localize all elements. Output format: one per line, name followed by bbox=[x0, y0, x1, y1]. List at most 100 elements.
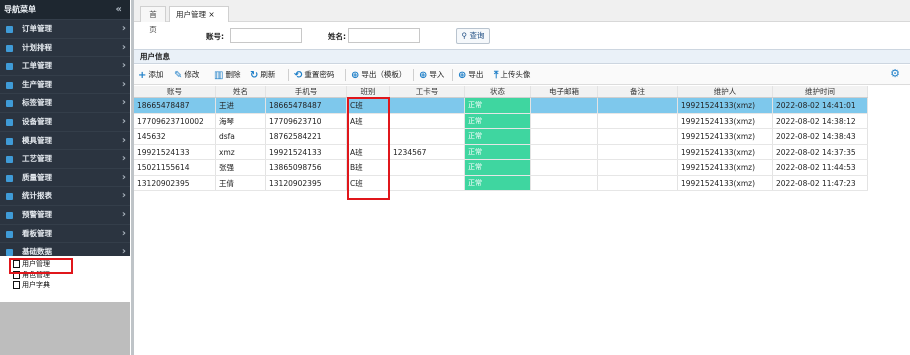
name-input[interactable] bbox=[348, 28, 420, 43]
table-cell bbox=[390, 98, 465, 113]
table-cell: 2022-08-02 14:37:35 bbox=[773, 144, 868, 159]
sidebar-item-label: 看板管理 bbox=[22, 228, 52, 238]
table-cell bbox=[531, 144, 598, 159]
chevron-icon: › bbox=[121, 153, 126, 165]
column-header[interactable]: 账号 bbox=[134, 86, 216, 97]
sidebar-item-board[interactable]: 看板管理 › bbox=[0, 223, 130, 243]
export-icon: ⊕ bbox=[351, 70, 360, 81]
chevron-icon: › bbox=[121, 115, 126, 127]
sidebar-header: 导航菜单 « bbox=[0, 0, 130, 19]
sidebar-item-warning[interactable]: 预警管理 › bbox=[0, 204, 130, 224]
refresh-button[interactable]: ↻ 刷新 bbox=[250, 68, 275, 82]
sidebar-item-label: 模具管理 bbox=[22, 135, 52, 145]
column-header[interactable]: 手机号 bbox=[266, 86, 347, 97]
chevron-icon: › bbox=[121, 60, 126, 72]
reset-icon: ⟲ bbox=[294, 70, 303, 81]
equipment-icon bbox=[6, 118, 13, 126]
reset-password-button-label: 重置密码 bbox=[304, 70, 335, 79]
table-cell bbox=[598, 144, 678, 159]
sidebar-item-label: 质量管理 bbox=[22, 172, 52, 182]
export-button-label: 导出 bbox=[468, 70, 484, 79]
chevron-icon: › bbox=[121, 171, 126, 183]
tab-bar: 首页 用户管理 × bbox=[134, 0, 910, 34]
sidebar-item-label: 基础数据 bbox=[22, 247, 52, 257]
export-template-button[interactable]: ⊕ 导出（模板） bbox=[351, 68, 406, 82]
column-header[interactable]: 状态 bbox=[465, 86, 531, 97]
sidebar-item-plan[interactable]: 计划排程 › bbox=[0, 37, 130, 57]
import-icon: ⊕ bbox=[419, 70, 428, 81]
table-cell: 19921524133 bbox=[134, 144, 216, 159]
table-cell: 145632 bbox=[134, 129, 216, 144]
sidebar-item-report[interactable]: 统计报表 › bbox=[0, 186, 130, 205]
sidebar-item-equipment[interactable]: 设备管理 › bbox=[0, 111, 130, 131]
column-header[interactable]: 电子邮箱 bbox=[531, 86, 598, 97]
column-header[interactable]: 工卡号 bbox=[390, 86, 465, 97]
reset-password-button[interactable]: ⟲ 重置密码 bbox=[294, 68, 334, 82]
column-header[interactable]: 备注 bbox=[598, 86, 678, 97]
sidebar-item-quality[interactable]: 质量管理 › bbox=[0, 167, 130, 187]
table-cell bbox=[531, 160, 598, 175]
table-cell: 13865098756 bbox=[266, 160, 347, 175]
add-button[interactable]: + 添加 bbox=[138, 68, 163, 82]
table-row[interactable]: 15021155614 张强 13865098756 B班 正常 19921524133(… bbox=[134, 160, 868, 176]
sidebar-item-production[interactable]: 生产管理 › bbox=[0, 74, 130, 94]
sidebar-subitem-label: 用户字典 bbox=[22, 281, 50, 289]
delete-button-label: 删除 bbox=[225, 70, 241, 79]
search-button[interactable]: ⚲ 查询 bbox=[456, 28, 490, 44]
warning-icon bbox=[6, 211, 13, 219]
collapse-icon[interactable]: « bbox=[116, 0, 122, 19]
table-cell: 2022-08-02 14:41:01 bbox=[773, 98, 868, 113]
sidebar-item-label: 工单管理 bbox=[22, 61, 52, 71]
sidebar-item-label: 生产管理 bbox=[22, 79, 52, 89]
edit-button[interactable]: ✎ 修改 bbox=[174, 68, 199, 82]
edit-button-label: 修改 bbox=[184, 70, 200, 79]
account-input[interactable] bbox=[230, 28, 302, 43]
tab-user-management[interactable]: 用户管理 × bbox=[169, 6, 229, 22]
sidebar-menu: 订单管理 › 计划排程 › 工单管理 › 生产管理 › 标签管理 › 设备管理 › 模具管理 › 工艺管理 ›… bbox=[0, 19, 130, 280]
sidebar-item-workorder[interactable]: 工单管理 › bbox=[0, 56, 130, 75]
sidebar-item-order[interactable]: 订单管理 › bbox=[0, 19, 130, 38]
table-row[interactable]: 13120902395 王倩 13120902395 C班 正常 19921524133(… bbox=[134, 175, 868, 191]
table-cell: 19921524133(xmz) bbox=[678, 113, 773, 128]
name-label: 姓名: bbox=[328, 32, 346, 41]
table-cell: 2022-08-02 11:44:53 bbox=[773, 160, 868, 175]
workorder-icon bbox=[6, 63, 13, 71]
sidebar-subitem-user-dictionary[interactable]: 用户字典 bbox=[0, 280, 130, 291]
sidebar-item-process[interactable]: 工艺管理 › bbox=[0, 149, 130, 168]
tab-home[interactable]: 首页 bbox=[140, 6, 166, 34]
import-button-label: 导入 bbox=[429, 70, 445, 79]
sidebar-item-mold[interactable]: 模具管理 › bbox=[0, 130, 130, 150]
table-cell: 13120902395 bbox=[266, 175, 347, 190]
table-row[interactable]: 145632 dsfa 18762584221 正常 19921524133(xmz) 2… bbox=[134, 129, 868, 145]
toolbar-divider bbox=[288, 69, 289, 81]
delete-button[interactable]: ▥ 删除 bbox=[214, 68, 240, 82]
column-header[interactable]: 班别 bbox=[347, 86, 390, 97]
order-icon bbox=[6, 26, 13, 33]
toolbar-divider bbox=[345, 69, 346, 81]
production-icon bbox=[6, 81, 13, 89]
table-cell bbox=[598, 98, 678, 113]
table-row[interactable]: 18665478487 王进 18665478487 C班 正常 19921524133(… bbox=[134, 98, 868, 114]
status-badge: 正常 bbox=[465, 160, 531, 175]
column-header[interactable]: 姓名 bbox=[216, 86, 266, 97]
status-badge: 正常 bbox=[465, 113, 531, 128]
table-row[interactable]: 19921524133 xmz 19921524133 A班 1234567 正常 1992… bbox=[134, 144, 868, 160]
status-badge: 正常 bbox=[465, 98, 531, 113]
table-row[interactable]: 17709623710002 海琴 17709623710 A班 正常 199215241… bbox=[134, 113, 868, 129]
settings-icon[interactable]: ⚙ bbox=[890, 67, 900, 80]
refresh-icon: ↻ bbox=[250, 70, 259, 81]
sidebar-item-label: 订单管理 bbox=[22, 24, 52, 33]
plan-icon bbox=[6, 44, 13, 52]
sidebar-item-tag[interactable]: 标签管理 › bbox=[0, 93, 130, 112]
export-button[interactable]: ⊕ 导出 bbox=[458, 68, 483, 82]
column-header[interactable]: 维护人 bbox=[678, 86, 773, 97]
table-cell: dsfa bbox=[216, 129, 266, 144]
import-button[interactable]: ⊕ 导入 bbox=[419, 68, 444, 82]
search-button-label: 查询 bbox=[469, 31, 485, 40]
table-cell bbox=[598, 175, 678, 190]
export-template-button-label: 导出（模板） bbox=[361, 70, 407, 79]
upload-avatar-button[interactable]: ⤒ 上传头像 bbox=[494, 68, 530, 82]
column-header[interactable]: 维护时间 bbox=[773, 86, 868, 97]
highlight-box bbox=[347, 97, 390, 200]
board-icon bbox=[6, 230, 13, 238]
